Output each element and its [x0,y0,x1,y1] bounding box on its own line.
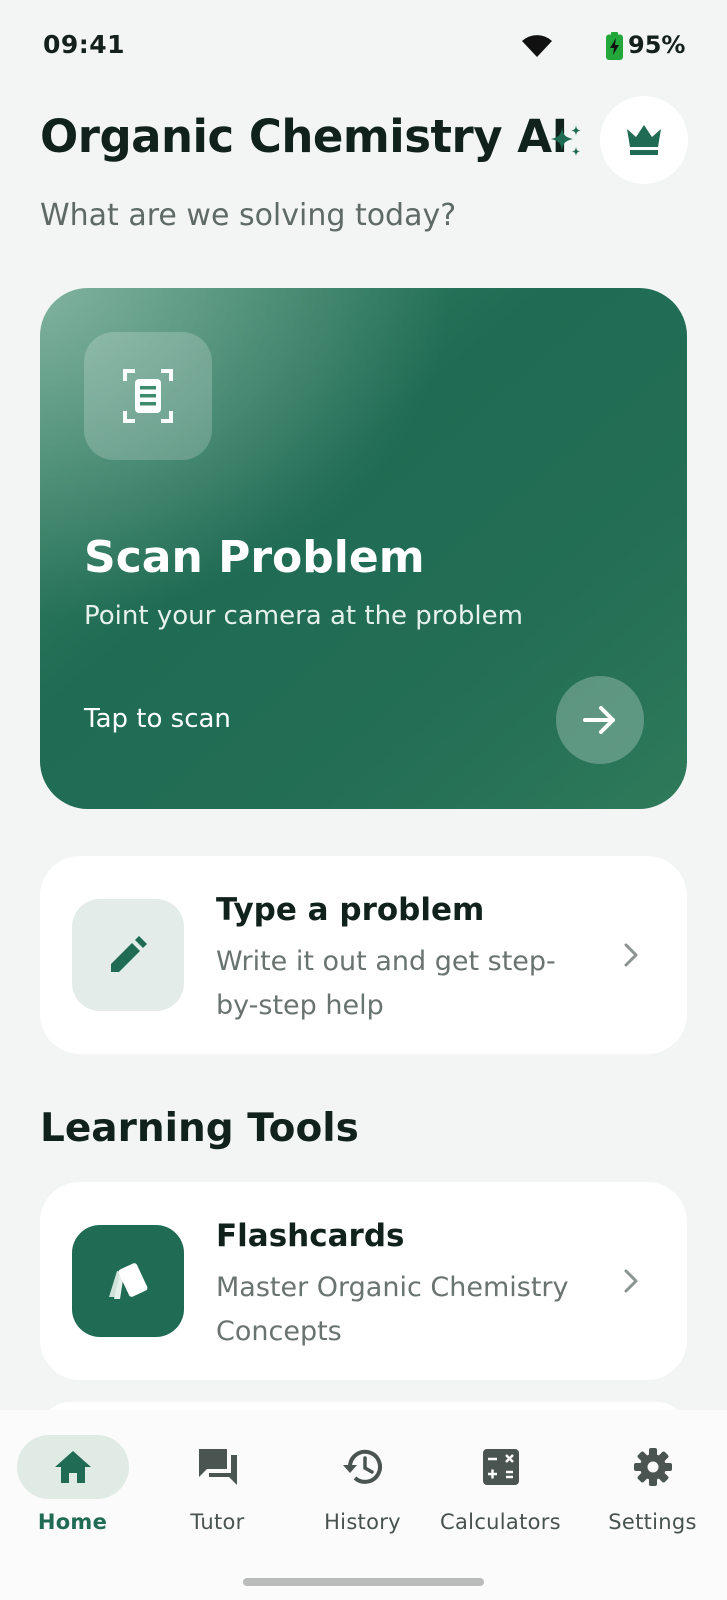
chevron-right-icon [624,1269,638,1293]
document-scan-icon [123,369,173,423]
nav-settings-label: Settings [608,1510,697,1534]
nav-home-label: Home [37,1510,108,1534]
flashcards-icon [109,1263,148,1299]
arrow-right-icon [583,706,615,734]
nav-home[interactable]: Home [0,1410,145,1550]
type-problem-card[interactable]: Type a problem Write it out and get step… [40,856,687,1054]
scan-icon-container [84,332,212,460]
scan-cta: Tap to scan [84,704,231,734]
nav-settings[interactable]: Settings [580,1410,725,1550]
nav-history-icon-wrap [307,1435,419,1499]
page-subtitle: What are we solving today? [40,198,457,233]
nav-calculators-label: Calculators [440,1510,561,1534]
chevron-right-icon [624,943,638,967]
scan-problem-card[interactable]: Scan Problem Point your camera at the pr… [40,288,687,809]
status-bar: 09:41 95% [0,0,727,95]
nav-calculators[interactable]: Calculators [428,1410,573,1550]
calculator-icon [482,1449,519,1485]
type-problem-title: Type a problem [216,892,485,928]
gear-icon [633,1448,672,1486]
crown-icon [627,125,661,155]
type-icon-container [72,899,184,1011]
scan-description: Point your camera at the problem [84,601,523,631]
flashcards-title: Flashcards [216,1218,405,1254]
flashcards-description: Master Organic Chemistry Concepts [216,1272,569,1347]
home-icon [54,1451,91,1483]
status-time: 09:41 [43,30,126,59]
battery-percentage: 95% [628,31,686,59]
nav-settings-icon-wrap [597,1435,709,1499]
battery-charging-icon [606,32,623,60]
nav-tutor-label: Tutor [190,1510,245,1534]
nav-history[interactable]: History [290,1410,435,1550]
type-problem-description: Write it out and get step-by-step help [216,946,556,1021]
nav-home-pill [16,1435,129,1499]
pencil-icon [111,936,147,972]
home-indicator[interactable] [243,1578,484,1586]
scan-arrow-button[interactable] [556,676,644,764]
history-icon [342,1449,382,1484]
section-title-learning-tools: Learning Tools [40,1106,359,1151]
bottom-nav: Home Tutor History Calculators Settings [0,1410,727,1600]
flashcards-card[interactable]: Flashcards Master Organic Chemistry Conc… [40,1182,687,1380]
sparkle-icon [551,125,581,156]
premium-button[interactable] [600,96,688,184]
nav-calculators-icon-wrap [445,1435,557,1499]
app-title: Organic Chemistry AI [40,110,568,163]
chat-icon [198,1449,237,1485]
wifi-icon [522,35,552,57]
nav-tutor[interactable]: Tutor [145,1410,290,1550]
nav-history-label: History [324,1510,401,1534]
scan-title: Scan Problem [84,532,425,583]
nav-tutor-icon-wrap [162,1435,274,1499]
flashcards-icon-container [72,1225,184,1337]
